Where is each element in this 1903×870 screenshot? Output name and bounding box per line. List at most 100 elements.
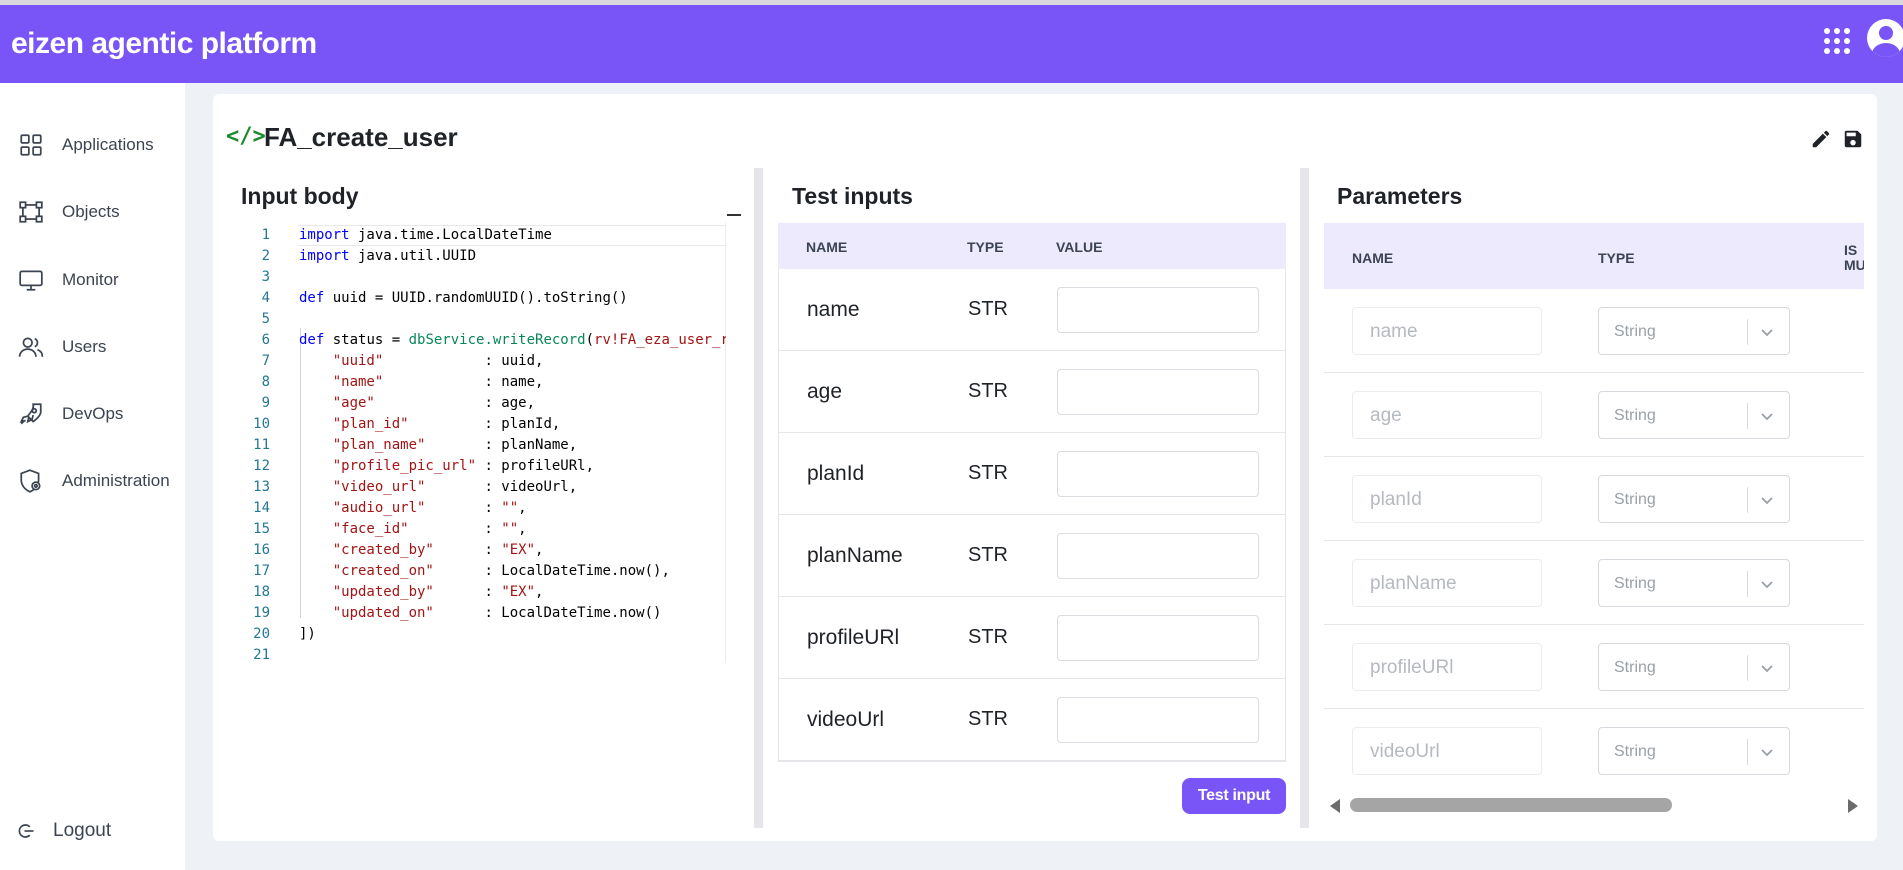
code-text: "created_on" : LocalDateTime.now(), — [332, 563, 670, 579]
horizontal-scrollbar[interactable] — [1324, 793, 1864, 817]
value-input[interactable] — [1057, 697, 1259, 743]
code-line[interactable]: 13 "video_url" : videoUrl, — [240, 477, 726, 498]
code-line[interactable]: 21 — [240, 645, 726, 663]
param-name-field[interactable]: planName — [1352, 559, 1542, 607]
sidebar-item-objects[interactable]: Objects — [0, 189, 185, 235]
value-input[interactable] — [1057, 287, 1259, 333]
value-input[interactable] — [1057, 451, 1259, 497]
test-inputs-header-row: NAME TYPE VALUE — [778, 223, 1286, 269]
line-number: 19 — [253, 605, 270, 621]
line-number: 12 — [253, 458, 270, 474]
param-name-field[interactable]: name — [1352, 307, 1542, 355]
code-line[interactable]: 19 "updated_on" : LocalDateTime.now() — [240, 603, 726, 624]
sidebar-item-label: Applications — [62, 135, 154, 154]
select-separator — [1747, 487, 1748, 513]
table-row: videoUrl String — [1324, 709, 1864, 791]
type-select[interactable]: String — [1598, 475, 1790, 523]
table-row: name String — [1324, 289, 1864, 373]
code-line[interactable]: 10 "plan_id" : planId, — [240, 414, 726, 435]
param-name-field[interactable]: planId — [1352, 475, 1542, 523]
code-line[interactable]: 14 "audio_url" : "", — [240, 498, 726, 519]
type-select-value: String — [1614, 323, 1656, 340]
type-select-value: String — [1614, 743, 1656, 760]
code-line[interactable]: 11 "plan_name" : planName, — [240, 435, 726, 456]
code-line[interactable]: 4 def uuid = UUID.randomUUID().toString() — [240, 288, 726, 309]
line-number: 4 — [261, 290, 270, 306]
pencil-icon[interactable] — [1810, 128, 1832, 150]
code-line[interactable]: 17 "created_on" : LocalDateTime.now(), — [240, 561, 726, 582]
type-select[interactable]: String — [1598, 643, 1790, 691]
code-text: "updated_by" : "EX", — [332, 584, 544, 600]
code-line[interactable]: 12 "profile_pic_url" : profileURl, — [240, 456, 726, 477]
code-text: "updated_on" : LocalDateTime.now() — [332, 605, 662, 621]
code-line[interactable]: 18 "updated_by" : "EX", — [240, 582, 726, 603]
sidebar-item-monitor[interactable]: Monitor — [0, 257, 185, 303]
value-input[interactable] — [1057, 533, 1259, 579]
line-number: 5 — [261, 311, 270, 327]
param-name-field[interactable]: profileURl — [1352, 643, 1542, 691]
user-avatar[interactable] — [1867, 19, 1903, 57]
scroll-left-arrow-icon[interactable] — [1330, 799, 1340, 813]
code-text: def uuid = UUID.randomUUID().toString() — [299, 290, 628, 306]
test-input-button[interactable]: Test input — [1182, 778, 1286, 814]
sidebar-item-applications[interactable]: Applications — [0, 122, 185, 168]
line-number: 7 — [261, 353, 270, 369]
sidebar-item-devops[interactable]: DevOps — [0, 391, 185, 437]
logout-button[interactable]: Logout — [0, 811, 185, 851]
type-select[interactable]: String — [1598, 559, 1790, 607]
line-number: 2 — [261, 248, 270, 264]
param-name-field[interactable]: age — [1352, 391, 1542, 439]
table-row: profileURl STR — [779, 597, 1285, 679]
param-name-field[interactable]: videoUrl — [1352, 727, 1542, 775]
column-header-type: TYPE — [1598, 250, 1635, 266]
sidebar-item-administration[interactable]: Administration — [0, 458, 185, 504]
code-line[interactable]: 15 "face_id" : "", — [240, 519, 726, 540]
param-name: planName — [807, 544, 903, 567]
sidebar-item-label: Monitor — [62, 270, 119, 289]
sidebar-item-label: Users — [62, 337, 107, 356]
code-line[interactable]: 2 import java.util.UUID — [240, 246, 726, 267]
code-text: ]) — [299, 626, 316, 642]
code-line[interactable]: 8 "name" : name, — [240, 372, 726, 393]
save-icon[interactable] — [1842, 128, 1864, 150]
type-select[interactable]: String — [1598, 727, 1790, 775]
column-header-name: NAME — [806, 239, 848, 255]
param-type: STR — [968, 708, 1008, 730]
table-row: videoUrl STR — [779, 679, 1285, 761]
type-select[interactable]: String — [1598, 307, 1790, 355]
collapse-icon[interactable] — [727, 214, 741, 216]
line-number: 1 — [261, 227, 270, 243]
value-input[interactable] — [1057, 615, 1259, 661]
table-row: planId String — [1324, 457, 1864, 541]
code-editor[interactable]: 1 import java.time.LocalDateTime 2 import j… — [240, 223, 726, 663]
brand-logo[interactable]: eizen agentic platform — [11, 27, 317, 61]
code-line[interactable]: 5 — [240, 309, 726, 330]
code-line[interactable]: 16 "created_by" : "EX", — [240, 540, 726, 561]
chevron-down-icon — [1761, 413, 1773, 421]
shield-gear-icon — [20, 469, 41, 493]
code-line[interactable]: 9 "age" : age, — [240, 393, 726, 414]
scroll-right-arrow-icon[interactable] — [1848, 799, 1858, 813]
line-number: 6 — [261, 332, 270, 348]
scrollbar-thumb[interactable] — [1350, 798, 1672, 812]
parameters-title: Parameters — [1337, 183, 1463, 209]
param-name: planId — [807, 462, 865, 485]
param-type: STR — [968, 544, 1008, 566]
code-line[interactable]: 3 — [240, 267, 726, 288]
panel-divider[interactable] — [1300, 168, 1309, 828]
rocket-icon — [19, 403, 42, 425]
line-number: 17 — [253, 563, 270, 579]
apps-grid-icon[interactable] — [1824, 28, 1850, 54]
sidebar-item-users[interactable]: Users — [0, 324, 185, 370]
line-number: 16 — [253, 542, 270, 558]
code-line[interactable]: 6 def status = dbService.writeRecord(rv!F… — [240, 330, 726, 351]
code-line[interactable]: 1 import java.time.LocalDateTime — [240, 225, 726, 246]
line-number: 20 — [253, 626, 270, 642]
code-line[interactable]: 20]) — [240, 624, 726, 645]
line-number: 14 — [253, 500, 270, 516]
code-line[interactable]: 7 "uuid" : uuid, — [240, 351, 726, 372]
type-select[interactable]: String — [1598, 391, 1790, 439]
value-input[interactable] — [1057, 369, 1259, 415]
panel-divider[interactable] — [754, 168, 763, 828]
line-number: 9 — [261, 395, 270, 411]
